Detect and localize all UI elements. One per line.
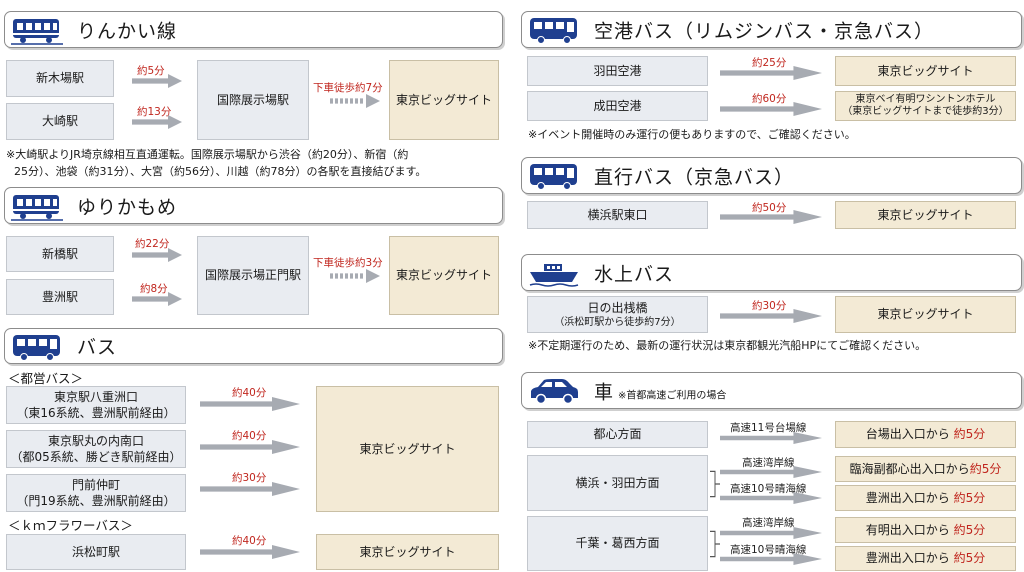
dest-ariake-exit: 有明出入口から 約5分 bbox=[835, 517, 1016, 543]
arrow-icon bbox=[720, 309, 822, 323]
arrow-icon bbox=[720, 102, 822, 116]
water-bus-title: 水上バス bbox=[594, 263, 675, 285]
arrow-icon bbox=[720, 66, 822, 80]
arrow-icon bbox=[720, 527, 822, 539]
origin-yokohama-haneda: 横浜・羽田方面 bbox=[527, 455, 708, 511]
arrow-icon bbox=[132, 292, 182, 306]
dest-big-sight: 東京ビッグサイト bbox=[835, 56, 1016, 86]
airport-note: ※イベント開催時のみ運行の便もありますので、ご確認ください。 bbox=[528, 128, 856, 141]
direct-bus-header: 直行バス（京急バス） bbox=[521, 157, 1022, 194]
walk-label: 下車徒歩約7分 bbox=[313, 82, 383, 94]
arrow-icon bbox=[132, 74, 182, 88]
station-shinkiba: 新木場駅 bbox=[6, 60, 114, 97]
bus-icon bbox=[528, 161, 580, 191]
dest-washington-hotel: 東京ベイ有明ワシントンホテル （東京ビッグサイトまで徒歩約3分） bbox=[835, 91, 1016, 121]
dest-big-sight: 東京ビッグサイト bbox=[835, 201, 1016, 229]
airport-bus-header: 空港バス（リムジンバス・京急バス） bbox=[521, 11, 1022, 48]
station-kokusai-tenjijo-seimon: 国際展示場正門駅 bbox=[197, 236, 309, 315]
arrow-icon bbox=[132, 115, 182, 129]
toei-bus-label: ＜都営バス＞ bbox=[8, 371, 84, 386]
ship-icon bbox=[528, 258, 580, 288]
station-shimbashi: 新橋駅 bbox=[6, 236, 114, 272]
direct-bus-title: 直行バス（京急バス） bbox=[594, 166, 795, 188]
car-icon bbox=[528, 376, 580, 406]
dest-daiba-exit: 台場出入口から 約5分 bbox=[835, 421, 1016, 448]
arrow-icon bbox=[720, 492, 822, 504]
stop-tokyo-yaesu: 東京駅八重洲口 （東16系統、豊洲駅前経由） bbox=[6, 386, 186, 424]
airport-bus-title: 空港バス（リムジンバス・京急バス） bbox=[594, 20, 935, 42]
station-kokusai-tenjijo: 国際展示場駅 bbox=[197, 60, 309, 140]
arrow-icon bbox=[720, 466, 822, 478]
arrow-icon bbox=[200, 397, 300, 411]
km-flower-bus-label: ＜ｋｍフラワーバス＞ bbox=[8, 518, 133, 533]
yurikamome-title: ゆりかもめ bbox=[77, 196, 178, 218]
station-toyosu: 豊洲駅 bbox=[6, 279, 114, 315]
dest-rinkai-fukutoshin-exit: 臨海副都心出入口から約5分 bbox=[835, 456, 1016, 482]
walk-label: 下車徒歩約3分 bbox=[313, 257, 383, 269]
rinkai-title: りんかい線 bbox=[77, 20, 178, 42]
dest-big-sight: 東京ビッグサイト bbox=[389, 236, 499, 315]
dest-big-sight: 東京ビッグサイト bbox=[316, 386, 499, 512]
bus-icon bbox=[528, 15, 580, 45]
arrow-icon bbox=[200, 482, 300, 496]
rinkai-note: ※大崎駅よりJR埼京線相互直通運転。国際展示場駅から渋谷（約20分）、新宿（約 … bbox=[6, 148, 427, 179]
stop-hinode-pier: 日の出桟橋 （浜松町駅から徒歩約7分） bbox=[527, 296, 708, 333]
car-title: 車 ※首都高速ご利用の場合 bbox=[594, 381, 727, 403]
bus-title: バス bbox=[77, 336, 118, 359]
water-note: ※不定期運行のため、最新の運行状況は東京都観光汽船HPにてご確認ください。 bbox=[528, 339, 927, 352]
dest-toyosu-exit: 豊洲出入口から 約5分 bbox=[835, 485, 1016, 511]
train-icon bbox=[11, 191, 63, 221]
dest-big-sight: 東京ビッグサイト bbox=[389, 60, 499, 140]
arrow-icon bbox=[720, 432, 822, 444]
bus-icon bbox=[11, 332, 63, 362]
arrow-icon bbox=[720, 210, 822, 224]
water-bus-header: 水上バス bbox=[521, 254, 1022, 291]
arrow-icon bbox=[200, 440, 300, 454]
stop-monzen-nakacho: 門前仲町 （門19系統、豊洲駅前経由） bbox=[6, 474, 186, 512]
stop-tokyo-marunouchi: 東京駅丸の内南口 （都05系統、勝どき駅前経由） bbox=[6, 430, 186, 468]
dest-big-sight: 東京ビッグサイト bbox=[316, 534, 499, 570]
station-osaki: 大崎駅 bbox=[6, 103, 114, 140]
dashed-arrow-icon bbox=[330, 94, 380, 108]
arrow-icon bbox=[132, 248, 182, 262]
bus-header: バス bbox=[4, 328, 503, 364]
yurikamome-header: ゆりかもめ bbox=[4, 187, 503, 224]
stop-haneda: 羽田空港 bbox=[527, 56, 708, 86]
rinkai-header: りんかい線 bbox=[4, 11, 503, 48]
stop-hamamatsucho: 浜松町駅 bbox=[6, 534, 186, 570]
bracket-icon bbox=[710, 523, 720, 565]
dest-big-sight: 東京ビッグサイト bbox=[835, 296, 1016, 333]
bracket-icon bbox=[710, 463, 720, 505]
stop-yokohama-east: 横浜駅東口 bbox=[527, 201, 708, 229]
dest-toyosu-exit: 豊洲出入口から 約5分 bbox=[835, 546, 1016, 571]
car-header: 車 ※首都高速ご利用の場合 bbox=[521, 372, 1022, 409]
origin-toshin: 都心方面 bbox=[527, 421, 708, 448]
stop-narita: 成田空港 bbox=[527, 91, 708, 121]
dashed-arrow-icon bbox=[330, 269, 380, 283]
train-icon bbox=[11, 15, 63, 45]
arrow-icon bbox=[720, 553, 822, 565]
origin-chiba-kasai: 千葉・葛西方面 bbox=[527, 516, 708, 571]
arrow-icon bbox=[200, 545, 300, 559]
